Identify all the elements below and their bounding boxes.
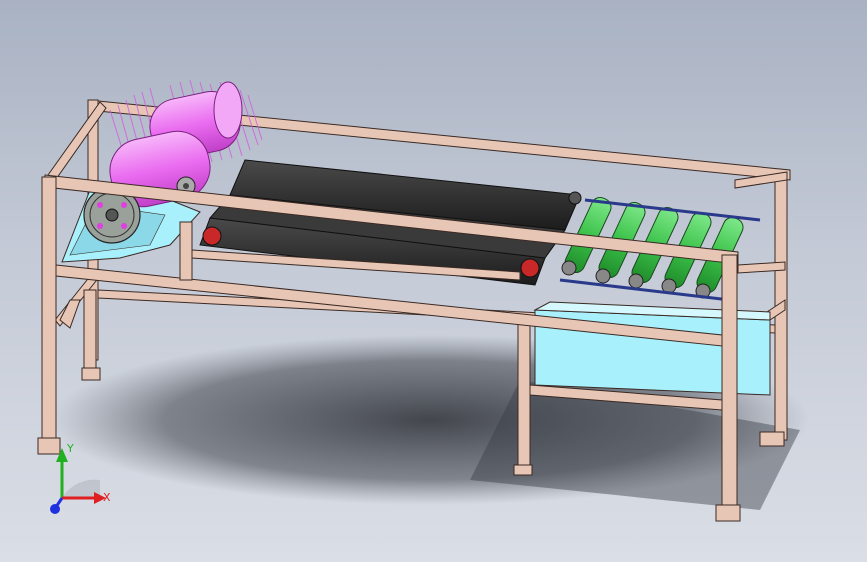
drum-end-cap <box>213 81 243 139</box>
triad-y-label: Y <box>66 442 74 455</box>
machine-model[interactable]: X Y <box>0 0 867 562</box>
triad-x-label: X <box>103 491 111 504</box>
belt-pulley-top <box>568 191 582 205</box>
belt-pulley-rear <box>520 258 540 278</box>
belt-pulley-front <box>202 226 222 246</box>
cad-viewport[interactable]: X Y <box>0 0 867 562</box>
